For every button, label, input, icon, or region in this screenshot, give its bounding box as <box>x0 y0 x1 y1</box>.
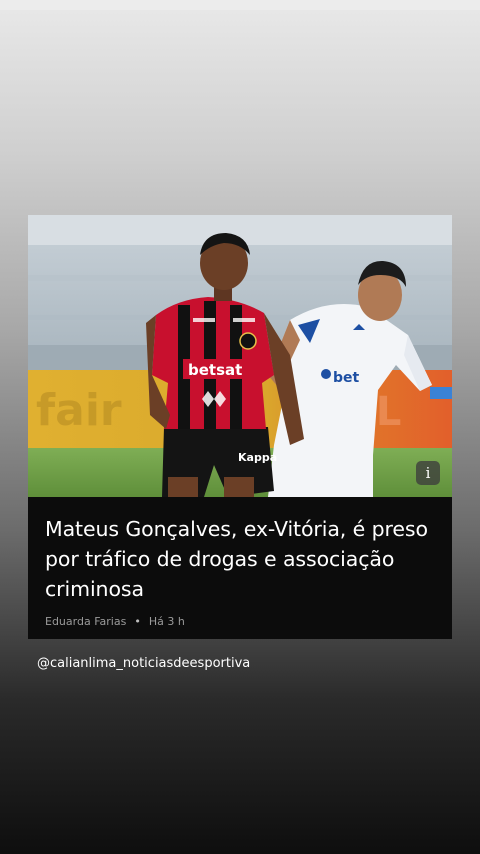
info-icon[interactable]: i <box>416 461 440 485</box>
account-mention[interactable]: @calianlima_noticiasdeesportiva <box>37 655 250 673</box>
publish-time: Há 3 h <box>148 615 185 628</box>
news-card[interactable]: fair 0L bet <box>28 215 452 639</box>
svg-text:Kappa: Kappa <box>238 451 277 464</box>
svg-text:fair: fair <box>36 385 122 436</box>
left-shirt-sponsor: betsat <box>188 361 242 379</box>
photo-illustration: fair 0L bet <box>28 215 452 497</box>
byline: Eduarda Farias • Há 3 h <box>45 614 185 630</box>
top-strip <box>0 0 480 10</box>
right-shirt-sponsor: bet <box>333 370 360 386</box>
author-name: Eduarda Farias <box>45 615 127 628</box>
news-photo[interactable]: fair 0L bet <box>28 215 452 497</box>
byline-separator: • <box>134 615 141 628</box>
news-headline[interactable]: Mateus Gonçalves, ex-Vitória, é preso po… <box>45 514 441 604</box>
